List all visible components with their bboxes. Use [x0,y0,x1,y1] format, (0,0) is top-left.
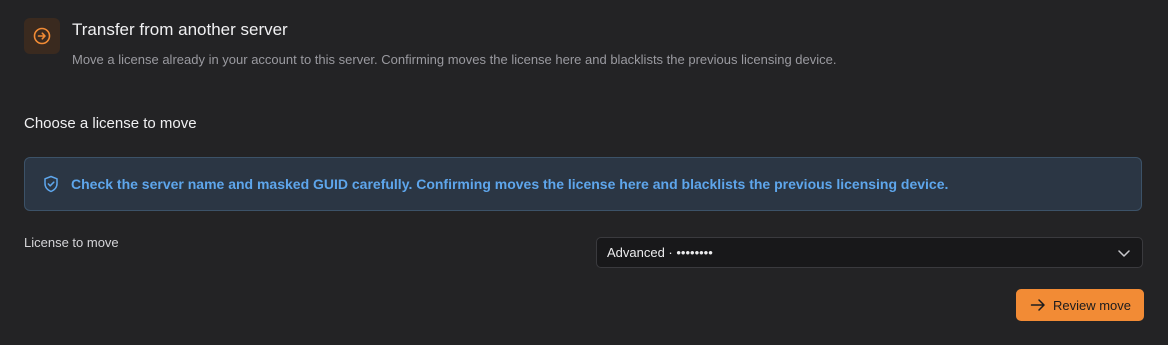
license-select-value: Advanced · •••••••• [607,245,713,260]
review-move-button[interactable]: Review move [1016,289,1144,321]
license-field-label: License to move [24,235,119,250]
page-description: Move a license already in your account t… [72,52,837,67]
license-select[interactable]: Advanced · •••••••• [596,237,1143,268]
page-title: Transfer from another server [72,20,288,39]
arrow-right-icon [1029,296,1047,314]
chevron-down-icon [1116,245,1132,261]
shield-check-icon [41,174,61,194]
header-text: Transfer from another server Move a lice… [72,17,837,68]
section-title: Choose a license to move [24,115,197,132]
review-move-label: Review move [1052,297,1132,313]
transfer-panel: Transfer from another server Move a lice… [0,0,1168,345]
alert-message: Check the server name and masked GUID ca… [71,176,949,192]
panel-header: Transfer from another server Move a lice… [24,17,837,68]
info-alert: Check the server name and masked GUID ca… [24,157,1142,211]
arrow-circle-right-icon [24,18,60,54]
